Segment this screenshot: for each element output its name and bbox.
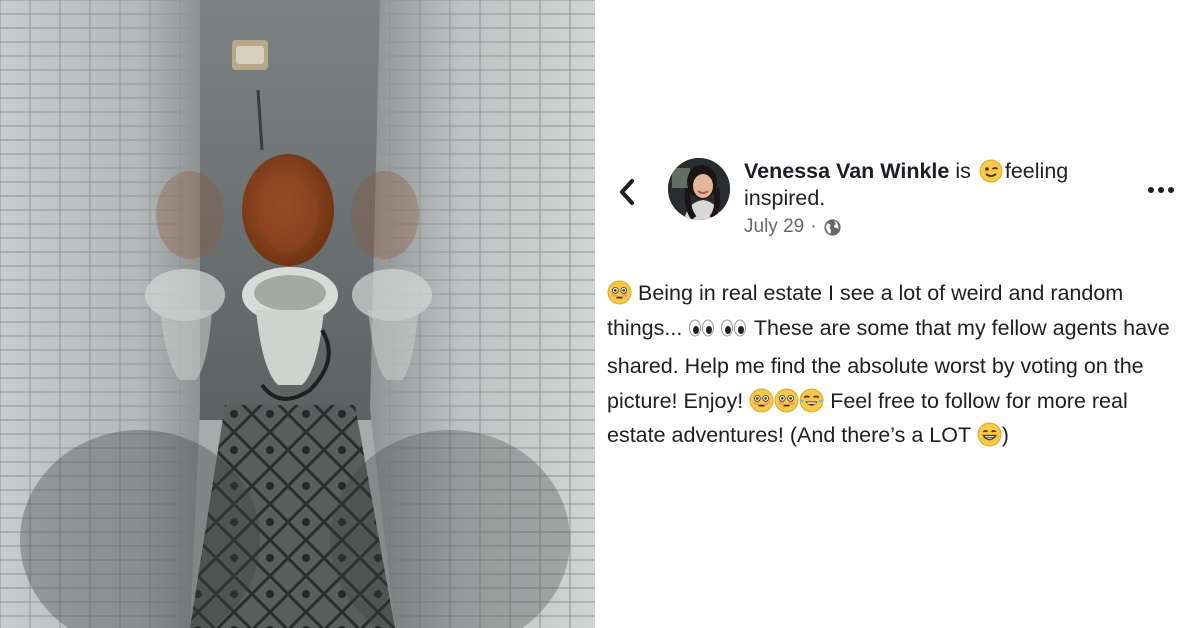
feeling-word: inspired. (744, 186, 826, 210)
post-header: Venessa Van Winkle is feeling inspired. (744, 158, 1124, 212)
post-body: Being in real estate I see a lot of weir… (607, 276, 1187, 453)
body-segment-4: ) (1001, 423, 1009, 447)
is-text: is (955, 159, 971, 183)
bathroom-photo-image (0, 0, 595, 628)
author-name[interactable]: Venessa Van Winkle (744, 159, 949, 183)
winking-face-emoji-icon (979, 159, 1003, 183)
post-meta: July 29 · (744, 216, 842, 238)
feeling-label: feeling (1004, 159, 1069, 183)
flushed-face-emoji-icon (774, 388, 799, 413)
globe-icon (823, 218, 842, 237)
post-photo[interactable] (0, 0, 595, 628)
meta-separator: · (810, 216, 817, 237)
flushed-face-emoji-icon (749, 388, 774, 413)
post-date[interactable]: July 29 (744, 216, 804, 238)
chevron-left-icon[interactable] (613, 174, 641, 210)
flushed-face-emoji-icon (607, 280, 632, 305)
grinning-face-emoji-icon (977, 422, 1002, 447)
eyes-emoji-icon (688, 315, 748, 350)
more-horizontal-icon[interactable] (1145, 178, 1177, 202)
avatar[interactable] (668, 158, 730, 220)
tears-of-joy-emoji-icon (799, 388, 824, 413)
facebook-post: Venessa Van Winkle is feeling inspired. … (595, 0, 1200, 628)
